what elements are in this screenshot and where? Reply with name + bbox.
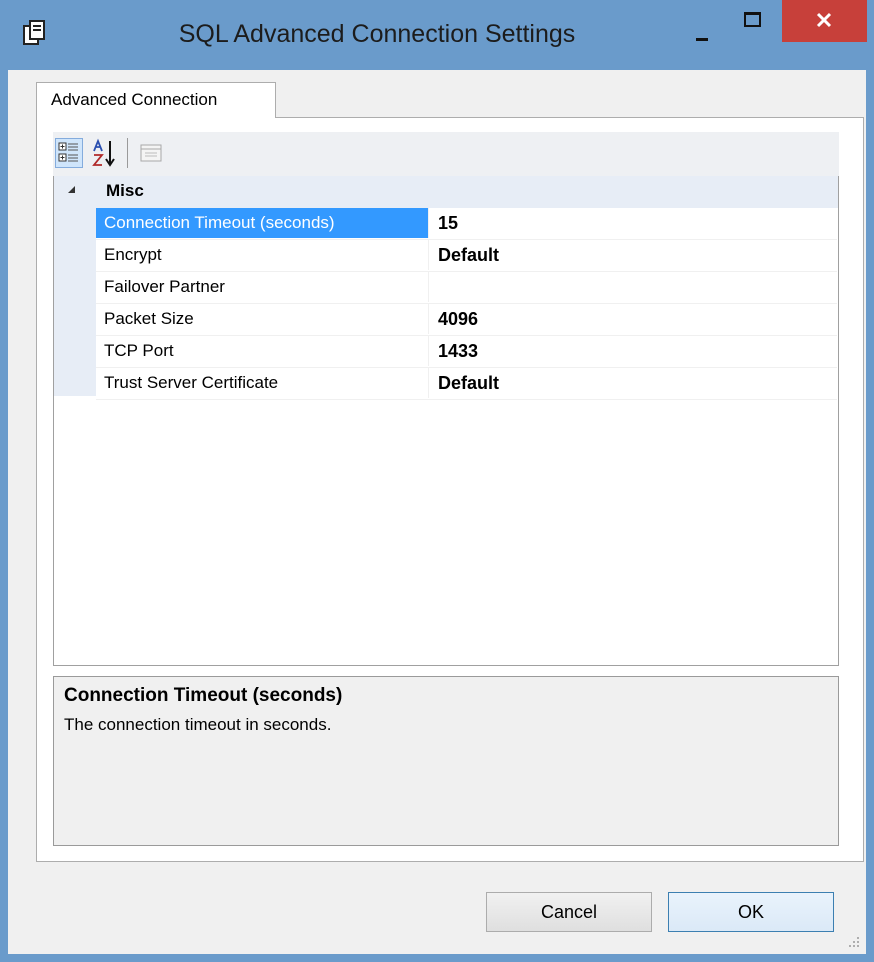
property-value[interactable]: 4096 [430,304,830,334]
property-value[interactable]: 1433 [430,336,830,366]
alphabetical-button[interactable] [91,138,119,168]
property-name[interactable]: Failover Partner [96,272,429,302]
property-row[interactable]: Connection Timeout (seconds) 15 [96,208,837,240]
property-name[interactable]: TCP Port [96,336,429,366]
tab-advanced-connection[interactable]: Advanced Connection [36,82,276,118]
tab-panel: Misc Connection Timeout (seconds) 15 Enc… [36,117,864,862]
property-row[interactable]: TCP Port 1433 [96,336,837,368]
property-name[interactable]: Connection Timeout (seconds) [96,208,429,238]
property-row[interactable]: Failover Partner [96,272,837,304]
resize-grip-icon[interactable] [846,934,860,948]
property-row[interactable]: Trust Server Certificate Default [96,368,837,400]
dialog-window: SQL Advanced Connection Settings Advance… [0,0,874,962]
property-row[interactable]: Packet Size 4096 [96,304,837,336]
property-name[interactable]: Encrypt [96,240,429,270]
grid-margin [54,176,96,396]
property-grid[interactable]: Misc Connection Timeout (seconds) 15 Enc… [53,176,839,666]
close-icon [816,12,832,28]
property-row[interactable]: Encrypt Default [96,240,837,272]
maximize-button[interactable] [735,6,769,36]
categorized-button[interactable] [55,138,83,168]
property-pages-icon [140,144,162,162]
dialog-client-area: Advanced Connection Misc Connection Time… [8,70,866,954]
property-name[interactable]: Trust Server Certificate [96,368,429,398]
window-title: SQL Advanced Connection Settings [178,20,576,48]
property-name[interactable]: Packet Size [96,304,429,334]
property-value[interactable]: Default [430,240,830,270]
minimize-button[interactable] [688,18,718,48]
alphabetical-sort-icon [92,138,115,167]
title-bar[interactable]: SQL Advanced Connection Settings [0,0,874,70]
collapse-triangle-icon[interactable] [68,186,75,193]
ok-button[interactable]: OK [668,892,834,932]
property-value[interactable]: 15 [430,208,830,238]
description-pane: Connection Timeout (seconds) The connect… [53,676,839,846]
property-grid-toolbar [53,132,839,176]
description-text: The connection timeout in seconds. [64,715,332,734]
categorized-icon [58,142,78,162]
toolbar-separator [127,138,128,168]
property-value[interactable]: Default [430,368,830,398]
description-title: Connection Timeout (seconds) [64,685,343,706]
category-row-misc[interactable]: Misc [54,176,838,208]
close-button[interactable] [782,0,867,42]
cancel-button[interactable]: Cancel [486,892,652,932]
property-value[interactable] [430,272,830,302]
category-label: Misc [106,181,144,200]
property-pages-button[interactable] [137,138,165,168]
